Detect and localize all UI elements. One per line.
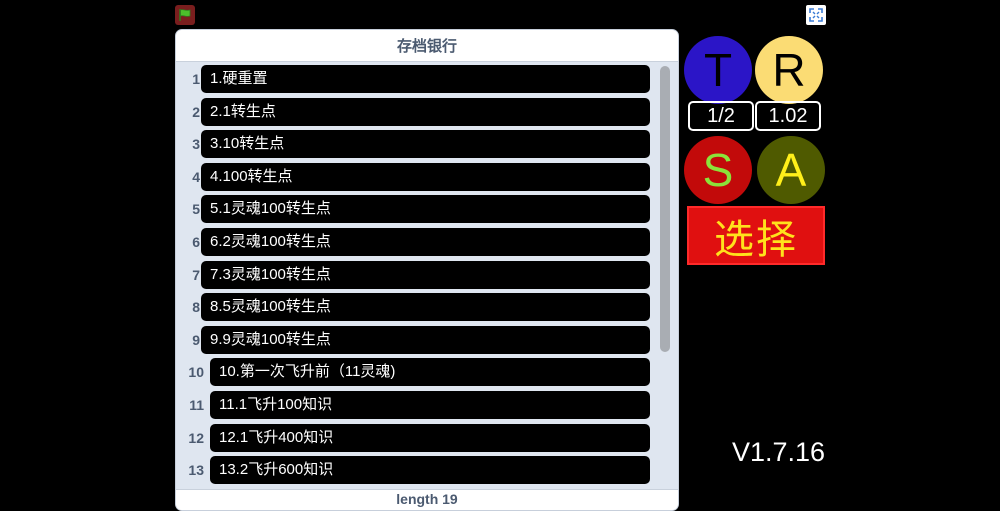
row-item-value[interactable]: 12.1飞升400知识 xyxy=(210,423,650,452)
list-title: 存档银行 xyxy=(176,30,678,62)
green-flag-button[interactable] xyxy=(175,5,195,25)
save-bank-list-monitor: 存档银行 1 1.硬重置 2 2.1转生点 3 3.10转生点 4 4.100转生点 5 5.1灵… xyxy=(175,29,679,511)
list-row[interactable]: 6 6.2灵魂100转生点 xyxy=(176,227,656,257)
row-index: 4 xyxy=(192,168,200,185)
row-index: 10 xyxy=(188,364,204,381)
row-index: 1 xyxy=(192,71,200,87)
version-label: V1.7.16 xyxy=(732,437,826,467)
list-row[interactable]: 4 4.100转生点 xyxy=(176,162,656,192)
row-item-value[interactable]: 3.10转生点 xyxy=(201,130,650,159)
list-row[interactable]: 7 7.3灵魂100转生点 xyxy=(176,260,656,290)
fullscreen-icon xyxy=(809,8,823,22)
a-button[interactable]: A xyxy=(757,136,825,204)
fullscreen-button[interactable] xyxy=(806,5,826,25)
list-row[interactable]: 12 12.1飞升400知识 xyxy=(176,423,656,453)
select-button[interactable]: 选择 xyxy=(687,206,825,265)
r-button[interactable]: R xyxy=(755,36,823,104)
list-row[interactable]: 13 13.2飞升600知识 xyxy=(176,455,656,485)
row-item-value[interactable]: 7.3灵魂100转生点 xyxy=(201,260,650,289)
a-button-label: A xyxy=(775,144,807,196)
green-flag-icon xyxy=(179,9,191,21)
row-item-value[interactable]: 2.1转生点 xyxy=(201,97,650,126)
list-row[interactable]: 2 2.1转生点 xyxy=(176,97,656,127)
list-row[interactable]: 11 11.1飞升100知识 xyxy=(176,390,656,420)
row-index: 12 xyxy=(188,429,204,446)
t-button[interactable]: T xyxy=(684,36,752,104)
list-row[interactable]: 1 1.硬重置 xyxy=(176,64,656,94)
list-row[interactable]: 10 10.第一次飞升前（11灵魂) xyxy=(176,357,656,387)
row-item-value[interactable]: 9.9灵魂100转生点 xyxy=(201,325,650,354)
row-item-value[interactable]: 6.2灵魂100转生点 xyxy=(201,228,650,256)
list-row[interactable]: 8 8.5灵魂100转生点 xyxy=(176,292,656,322)
row-index: 3 xyxy=(192,136,200,153)
s-button[interactable]: S xyxy=(684,136,752,204)
row-item-value[interactable]: 13.2飞升600知识 xyxy=(210,456,650,485)
row-item-value[interactable]: 4.100转生点 xyxy=(201,162,650,191)
list-row[interactable]: 3 3.10转生点 xyxy=(176,129,656,159)
row-item-value[interactable]: 11.1飞升100知识 xyxy=(210,391,650,419)
page-indicator: 1/2 xyxy=(688,101,754,131)
row-index: 13 xyxy=(188,462,204,479)
row-index: 2 xyxy=(192,103,200,120)
row-index: 6 xyxy=(192,234,200,250)
row-index: 11 xyxy=(189,397,204,413)
row-item-value[interactable]: 5.1灵魂100转生点 xyxy=(201,195,650,224)
save-list[interactable]: 1 1.硬重置 2 2.1转生点 3 3.10转生点 4 4.100转生点 5 5.1灵魂100转… xyxy=(176,62,656,490)
row-index: 8 xyxy=(192,299,200,316)
speed-value: 1.02 xyxy=(755,101,821,131)
list-row[interactable]: 9 9.9灵魂100转生点 xyxy=(176,325,656,355)
t-button-label: T xyxy=(703,44,733,96)
row-index: 9 xyxy=(192,331,200,348)
s-button-label: S xyxy=(702,144,734,196)
list-scrollbar[interactable] xyxy=(660,66,670,352)
list-row[interactable]: 5 5.1灵魂100转生点 xyxy=(176,194,656,224)
list-length-label: length 19 xyxy=(176,489,678,510)
r-button-label: R xyxy=(772,44,806,96)
row-item-value[interactable]: 1.硬重置 xyxy=(201,65,650,93)
row-index: 5 xyxy=(192,201,200,218)
row-item-value[interactable]: 8.5灵魂100转生点 xyxy=(201,293,650,322)
row-item-value[interactable]: 10.第一次飞升前（11灵魂) xyxy=(210,358,650,387)
row-index: 7 xyxy=(192,266,200,283)
